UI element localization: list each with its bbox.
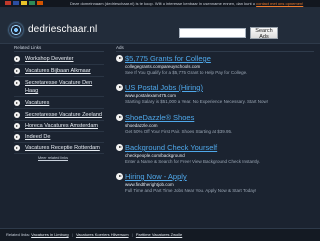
- related-link[interactable]: Vacatures Bijbaan Alkmaar: [14, 67, 104, 77]
- ad-url[interactable]: collegegrants.compareuyschools.com: [125, 64, 200, 69]
- ad-title[interactable]: $5,775 Grants for College: [125, 54, 211, 63]
- ad-url[interactable]: shoedazzle.com: [125, 123, 158, 128]
- related-link-label[interactable]: Horeca Vacatures Amsterdam: [25, 122, 98, 130]
- related-link-label[interactable]: Indeed De: [25, 133, 50, 141]
- ad-description: Full Time and Part Time Jobs Near You. A…: [125, 188, 257, 193]
- ad-url[interactable]: www.postalexam475.com: [125, 93, 176, 98]
- related-link[interactable]: Vacatures Receptie Rotterdam: [14, 144, 104, 154]
- related-link[interactable]: Workshop Deventer: [14, 55, 104, 65]
- arrow-bullet-icon: [14, 112, 20, 118]
- ad-title[interactable]: ShoeDazzle® Shoes: [125, 113, 194, 122]
- footer-link[interactable]: Vacatures in Limburg: [31, 232, 69, 237]
- logo-icon: [9, 23, 23, 37]
- arrow-bullet-icon: [116, 144, 123, 151]
- related-link-label[interactable]: Vacatures: [25, 99, 49, 107]
- ad-description: See If You Qualify for a $5,775 Grant to…: [125, 70, 248, 75]
- arrow-bullet-icon: [14, 100, 20, 106]
- search-ads-button[interactable]: Search Ads: [250, 27, 278, 40]
- related-link-continued[interactable]: Haag: [14, 87, 104, 97]
- domain-sale-notice: Deze domeinnaam (dedrieschaar.nl) is te …: [70, 0, 303, 7]
- related-link[interactable]: Horeca Vacatures Amsterdam: [14, 122, 104, 132]
- ad-description: Get 50% Off Your First Pair. Shoes Start…: [125, 129, 233, 134]
- flag-icon[interactable]: [21, 1, 27, 5]
- flag-icon[interactable]: [29, 1, 35, 5]
- ad-url[interactable]: www.findtherightjob.com: [125, 182, 174, 187]
- ad-title[interactable]: US Postal Jobs (Hiring): [125, 83, 203, 92]
- related-link-label[interactable]: Vacatures Bijbaan Alkmaar: [25, 67, 91, 75]
- header: dedrieschaar.nl Search Ads: [0, 7, 320, 44]
- ad-title[interactable]: Background Check Yourself: [125, 143, 217, 152]
- search-input[interactable]: [179, 28, 246, 38]
- arrow-bullet-icon: [14, 56, 20, 62]
- footer: Related links: Vacatures in Limburg | Va…: [0, 228, 320, 241]
- arrow-bullet-icon: [14, 123, 20, 129]
- footer-link[interactable]: Parttime Vacatures Zwolle: [136, 232, 182, 237]
- footer-link[interactable]: Vacatures Koeriers Hilversum: [76, 232, 129, 237]
- related-link-label[interactable]: Secretaresse Vacature Den: [25, 79, 92, 87]
- flag-icon[interactable]: [5, 1, 11, 5]
- related-link-label[interactable]: Haag: [25, 87, 38, 95]
- related-link[interactable]: Secretaresse Vacature Zeeland: [14, 111, 104, 121]
- arrow-bullet-icon: [14, 145, 20, 151]
- arrow-bullet-icon: [116, 173, 123, 180]
- related-link[interactable]: Indeed De: [14, 133, 104, 143]
- related-link-label[interactable]: Secretaresse Vacature Zeeland: [25, 111, 102, 119]
- arrow-bullet-icon: [116, 114, 123, 121]
- language-flags: [5, 1, 43, 5]
- divider: [14, 51, 104, 52]
- notice-text: Deze domeinnaam (dedrieschaar.nl) is te …: [70, 1, 255, 6]
- contact-link[interactable]: contact met ons opnemen!: [256, 1, 303, 6]
- ad-description: Enter a Name & Search for Free! View Bac…: [125, 159, 260, 164]
- arrow-bullet-icon: [14, 68, 20, 74]
- more-related-links[interactable]: Meer related links: [38, 156, 68, 160]
- related-links-title: Related Links: [14, 45, 42, 50]
- ads-title: Ads: [116, 45, 124, 50]
- arrow-bullet-icon: [14, 80, 20, 86]
- separator: |: [131, 232, 133, 237]
- related-link-label[interactable]: Workshop Deventer: [25, 55, 74, 63]
- top-notice-bar: Deze domeinnaam (dedrieschaar.nl) is te …: [0, 0, 320, 7]
- footer-related-links: Related links: Vacatures in Limburg | Va…: [6, 232, 182, 237]
- site-title: dedrieschaar.nl: [28, 24, 98, 35]
- flag-icon[interactable]: [37, 1, 43, 5]
- separator: |: [71, 232, 73, 237]
- ad-description: Starting Salary is $51,000 a Year. No Ex…: [125, 99, 268, 104]
- divider: [116, 51, 314, 52]
- ad-url[interactable]: checkpeople.com/background: [125, 153, 185, 158]
- arrow-bullet-icon: [116, 84, 123, 91]
- ad-title[interactable]: Hiring Now - Apply: [125, 172, 187, 181]
- flag-icon[interactable]: [13, 1, 19, 5]
- arrow-bullet-icon: [116, 55, 123, 62]
- footer-label: Related links:: [6, 232, 31, 237]
- arrow-bullet-icon: [14, 134, 20, 140]
- related-link[interactable]: Vacatures: [14, 99, 104, 109]
- related-link-label[interactable]: Vacatures Receptie Rotterdam: [25, 144, 100, 152]
